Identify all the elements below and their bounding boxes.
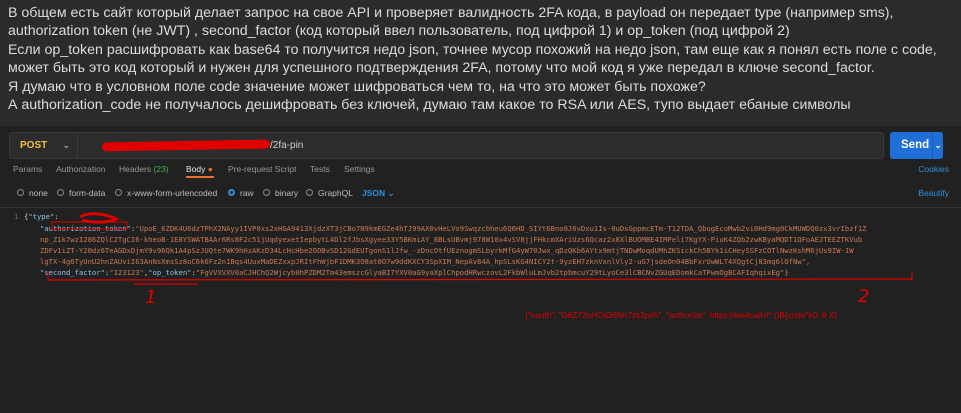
send-label: Send bbox=[901, 139, 930, 151]
headers-count: (23) bbox=[153, 164, 169, 174]
tab-params[interactable]: Params bbox=[13, 164, 42, 174]
code-line: lgTX-4g6TyUnU2hnZAUviI63AnNsXmsSz8oC6k6F… bbox=[40, 257, 810, 266]
auth-value-line: "UpoE_6ZDK4U6dzTPhX2NAyy1IVP0xs2xHGA9413… bbox=[135, 224, 867, 233]
radio-x-www-form-urlencoded[interactable] bbox=[115, 189, 122, 196]
forum-post: В общем есть сайт который делает запрос … bbox=[0, 0, 961, 126]
divider bbox=[0, 207, 961, 208]
option-graphql-label: GraphQL bbox=[318, 188, 353, 198]
tab-tests[interactable]: Tests bbox=[310, 164, 330, 174]
tab-label: Headers bbox=[119, 164, 152, 174]
option-form-data-label: form-data bbox=[69, 188, 106, 198]
op-token-value: "FgVVXVXV0aCJHChQ2Wjcyb0hPZDM2Tm43emszcG… bbox=[195, 268, 789, 277]
auth-value-line: lgTX-4g6TyUnU2hnZAUviI63AnNsXmsSz8oC6k6F… bbox=[40, 257, 811, 266]
body-type-options: none form-data x-www-form-urlencoded raw… bbox=[0, 183, 961, 203]
post-paragraph: Я думаю что в условном поле code значени… bbox=[8, 78, 706, 95]
tab-authorization[interactable]: Authorization bbox=[56, 164, 106, 174]
cookies-link[interactable]: Cookies bbox=[918, 164, 949, 174]
chevron-down-icon: ⌄ bbox=[62, 140, 70, 150]
beautify-link[interactable]: Beautify bbox=[918, 188, 949, 198]
tab-pre-request-script[interactable]: Pre-request Script bbox=[228, 164, 297, 174]
code-line: {"type": bbox=[24, 212, 59, 221]
format-label: JSON bbox=[362, 188, 386, 198]
post-paragraph: Если op_token расшифровать как base64 то… bbox=[8, 41, 941, 77]
auth-value-line: ZDFv1iZT-Y20dz6TeAGDxDjmY9v96Qk1A4pSzJUQ… bbox=[40, 246, 854, 255]
tab-settings[interactable]: Settings bbox=[344, 164, 375, 174]
second-factor-value: "123123" bbox=[109, 268, 144, 277]
auth-key: "authorization_token" bbox=[40, 224, 131, 233]
postman-request-panel: POST ⌄ /2fa-pin Send ⌄ Params Authorizat… bbox=[0, 126, 961, 413]
op-token-key: "op_token" bbox=[148, 268, 192, 277]
decoded-op-token-annotation: {"oauth": "G6Z72oHOd36Nn7zk3pirh", "auth… bbox=[525, 311, 837, 320]
radio-graphql[interactable] bbox=[306, 189, 313, 196]
line-number: 1 bbox=[14, 212, 19, 221]
format-select[interactable]: JSON ⌄ bbox=[362, 188, 395, 199]
url-bar: POST ⌄ /2fa-pin bbox=[9, 132, 884, 159]
chevron-down-icon[interactable]: ⌄ bbox=[932, 132, 943, 159]
request-tabs: Params Authorization Headers (23) Body ●… bbox=[0, 162, 961, 180]
code-line: np_Z1k7wzI286ZQlC2TgCI6-kheoB-1E8YSWATBA… bbox=[40, 235, 862, 244]
radio-binary[interactable] bbox=[263, 189, 270, 196]
second-factor-key: "second_factor" bbox=[40, 268, 105, 277]
type-key: "type" bbox=[28, 212, 55, 221]
radio-raw[interactable] bbox=[228, 189, 235, 196]
option-binary-label: binary bbox=[275, 188, 299, 198]
radio-none[interactable] bbox=[17, 189, 24, 196]
tab-label: Body bbox=[186, 164, 206, 174]
code-line: "second_factor":"123123","op_token":"FgV… bbox=[40, 268, 789, 277]
code-line: "authorization_token":"UpoE_6ZDK4U6dzTPh… bbox=[40, 224, 867, 233]
method-select[interactable]: POST ⌄ bbox=[10, 133, 78, 158]
radio-form-data[interactable] bbox=[57, 189, 64, 196]
option-none-label: none bbox=[29, 188, 48, 198]
tab-body[interactable]: Body ● bbox=[186, 164, 213, 174]
chevron-down-icon: ⌄ bbox=[387, 188, 395, 198]
active-tab-underline bbox=[186, 176, 214, 178]
code-line: ZDFv1iZT-Y20dz6TeAGDxDjmY9v96Qk1A4pSzJUQ… bbox=[40, 246, 854, 255]
post-paragraph: В общем есть сайт который делает запрос … bbox=[8, 5, 898, 40]
auth-value-line: np_Z1k7wzI286ZQlC2TgCI6-kheoB-1E8YSWATBA… bbox=[40, 235, 863, 244]
option-urlencoded-label: x-www-form-urlencoded bbox=[127, 188, 218, 198]
option-raw-label: raw bbox=[240, 188, 254, 198]
modified-dot-icon: ● bbox=[207, 164, 213, 174]
tab-headers[interactable]: Headers (23) bbox=[119, 164, 169, 174]
url-text: /2fa-pin bbox=[270, 140, 304, 151]
method-label: POST bbox=[20, 140, 48, 151]
send-button[interactable]: Send ⌄ bbox=[890, 132, 943, 159]
post-paragraph: А authorization_code не получалось дешиф… bbox=[8, 97, 851, 114]
